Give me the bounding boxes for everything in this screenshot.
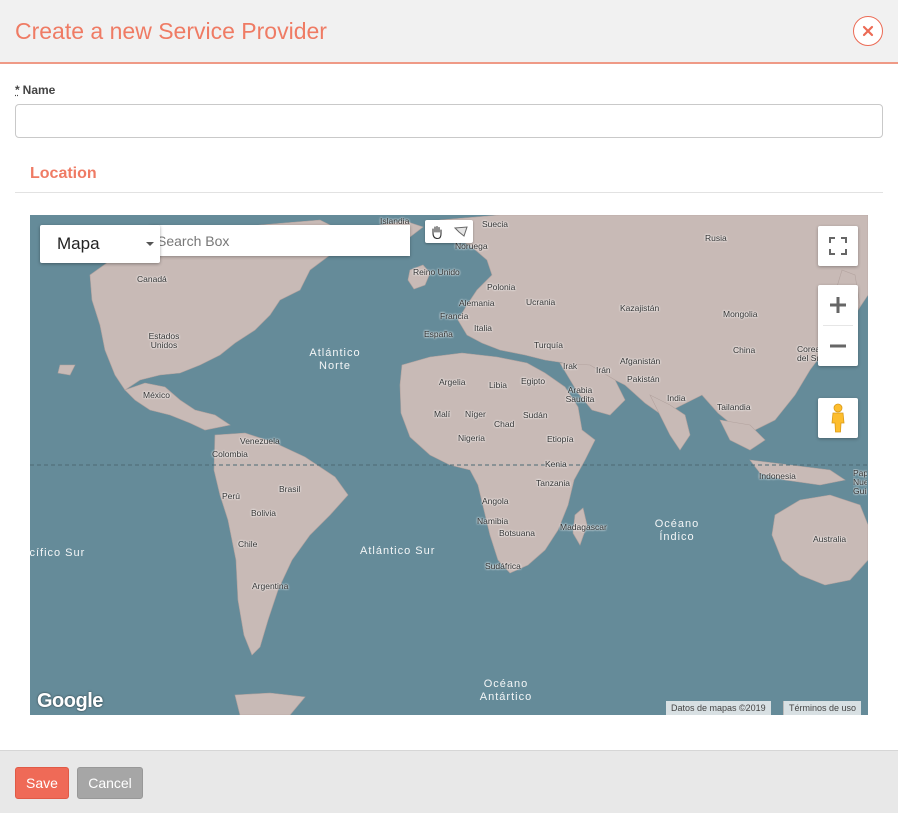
map-label-text: Estados Unidos xyxy=(148,331,180,350)
map-label: Suecia xyxy=(482,219,508,229)
map-label: Perú xyxy=(222,491,240,501)
close-button[interactable] xyxy=(853,16,883,46)
map-label: Etiopía xyxy=(547,434,574,444)
dropdown-caret-icon xyxy=(146,242,154,246)
map-label: Arabia Saudita xyxy=(563,386,597,404)
fullscreen-icon xyxy=(829,237,847,255)
map-label: Nigeria xyxy=(458,433,485,443)
map-label: Estados Unidos xyxy=(144,332,184,350)
map-label: Indonesia xyxy=(759,471,796,481)
ocean-label: Océano Antártico xyxy=(470,678,542,704)
location-section-title: Location xyxy=(30,165,97,182)
draw-polygon-button[interactable] xyxy=(449,220,473,243)
map-search-input[interactable] xyxy=(150,225,410,256)
dialog-footer: Save Cancel xyxy=(0,750,898,813)
location-map[interactable]: Islandia Suecia Rusia Noruega Reino Unid… xyxy=(30,215,868,715)
ocean-label: Atlántico Norte xyxy=(300,347,370,373)
zoom-in-button[interactable] xyxy=(818,285,858,325)
map-label: Italia xyxy=(474,323,492,333)
map-label: Chad xyxy=(494,419,515,429)
map-label: Ucrania xyxy=(526,297,556,307)
map-label: Libia xyxy=(489,380,507,390)
ocean-label-text: Océano Antártico xyxy=(479,678,533,703)
map-label: Sudáfrica xyxy=(485,561,521,571)
zoom-out-button[interactable] xyxy=(818,326,858,366)
map-label: Polonia xyxy=(487,282,516,292)
map-label: Pakistán xyxy=(627,374,660,384)
map-label: China xyxy=(733,345,756,355)
pan-tool-button[interactable] xyxy=(425,220,449,243)
pan-hand-icon xyxy=(432,225,442,239)
ocean-label-text: Océano Índico xyxy=(654,518,700,543)
close-icon xyxy=(862,25,874,37)
map-label: Níger xyxy=(465,409,486,419)
ocean-label: Pacífico Sur xyxy=(30,547,86,559)
map-label: Francia xyxy=(440,311,469,321)
map-type-value: Mapa xyxy=(57,234,100,253)
draw-polygon-icon xyxy=(453,225,468,237)
ocean-label: Atlántico Sur xyxy=(360,545,436,557)
map-data-attribution: Datos de mapas ©2019 xyxy=(666,701,771,715)
map-label: Argelia xyxy=(439,377,466,387)
dialog-title-prefix: Create a new xyxy=(15,18,159,44)
pegman-icon xyxy=(831,403,845,433)
map-label: Colombia xyxy=(212,449,248,459)
map-label: Botsuana xyxy=(499,528,535,538)
required-mark: * xyxy=(15,83,20,97)
map-label: India xyxy=(667,393,686,403)
map-label-text: Arabia Saudita xyxy=(565,385,595,404)
map-label: México xyxy=(143,390,170,400)
map-label: Tanzania xyxy=(536,478,571,488)
fullscreen-button[interactable] xyxy=(818,226,858,266)
create-service-provider-dialog: Create a new Service Provider * Name Loca… xyxy=(0,0,898,813)
map-label: Afganistán xyxy=(620,356,661,366)
dialog-header: Create a new Service Provider xyxy=(0,0,898,64)
map-label: Reino Unido xyxy=(413,267,460,277)
google-logo: Google xyxy=(37,690,103,712)
map-label: Irak xyxy=(563,361,578,371)
map-label: España xyxy=(424,329,453,339)
name-input[interactable] xyxy=(15,104,883,138)
map-label: Venezuela xyxy=(240,436,280,446)
map-label: Australia xyxy=(813,534,847,544)
map-label: Madagascar xyxy=(560,522,607,532)
zoom-in-icon xyxy=(830,297,846,313)
map-label: Kenia xyxy=(545,459,567,469)
dialog-title: Create a new Service Provider xyxy=(15,18,327,45)
map-label: Canadá xyxy=(137,274,167,284)
map-label: Angola xyxy=(482,496,509,506)
map-label: Argentina xyxy=(252,581,289,591)
dialog-title-strong: Service Provider xyxy=(158,18,327,44)
map-label: Papúa Nueva Guinea xyxy=(853,469,867,498)
zoom-controls xyxy=(818,285,858,366)
map-label: Irán xyxy=(596,365,611,375)
map-label: Bolivia xyxy=(251,508,277,518)
drawing-toolbar xyxy=(425,220,473,243)
map-label: Rusia xyxy=(705,233,727,243)
map-label: Chile xyxy=(238,539,258,549)
map-label: Namibia xyxy=(477,516,509,526)
map-label: Brasil xyxy=(279,484,301,494)
zoom-out-icon xyxy=(830,344,846,348)
map-label-text: Papúa Nueva Guinea xyxy=(853,469,867,496)
map-label: Egipto xyxy=(521,376,546,386)
map-label: Alemania xyxy=(459,298,495,308)
terms-of-use-link[interactable]: Términos de uso xyxy=(783,701,862,715)
map-label: Tailandia xyxy=(717,402,751,412)
cancel-button[interactable]: Cancel xyxy=(77,767,143,799)
ocean-label: Océano Índico xyxy=(645,518,709,544)
map-type-select[interactable]: Mapa xyxy=(40,225,160,263)
map-label: Malí xyxy=(434,409,451,419)
map-label: Sudán xyxy=(523,410,548,420)
map-label: Turquía xyxy=(534,340,563,350)
name-label: * Name xyxy=(15,83,55,97)
save-button[interactable]: Save xyxy=(15,767,69,799)
section-divider xyxy=(15,192,883,193)
ocean-label-text: Atlántico Norte xyxy=(309,347,361,372)
map-label: Mongolia xyxy=(723,309,758,319)
street-view-pegman-button[interactable] xyxy=(818,398,858,438)
map-label: Kazajistán xyxy=(620,303,660,313)
world-map-graphic xyxy=(30,215,868,715)
name-label-text: Name xyxy=(22,83,56,97)
